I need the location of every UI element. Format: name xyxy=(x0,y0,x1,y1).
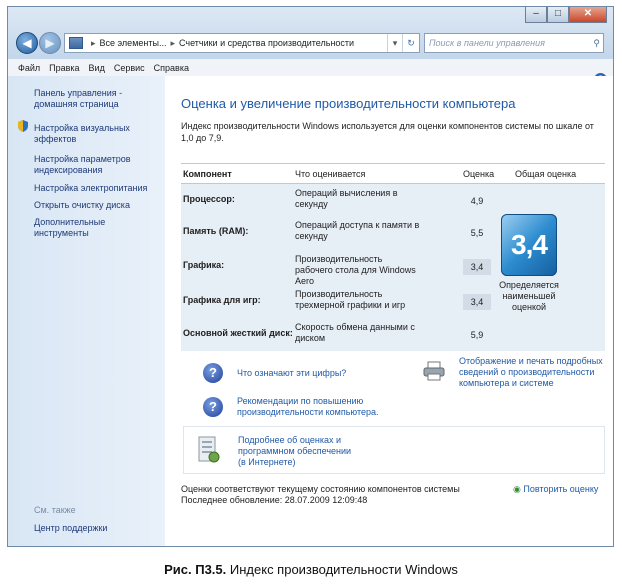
row-score: 5,5 xyxy=(470,228,484,238)
menu-file[interactable]: Файл xyxy=(18,63,40,73)
link-what-numbers-mean[interactable]: Что означают эти цифры? xyxy=(237,368,346,379)
row-score: 3,4 xyxy=(463,259,491,275)
page-title: Оценка и увеличение производительности к… xyxy=(181,96,516,111)
search-placeholder: Поиск в панели управления xyxy=(429,38,545,48)
header-component: Компонент xyxy=(183,169,232,179)
sidebar-item-disk-cleanup[interactable]: Открыть очистку диска xyxy=(34,200,159,211)
breadcrumb-all-items[interactable]: Все элементы... xyxy=(100,34,167,52)
footer-line-2: Последнее обновление: 28.07.2009 12:09:4… xyxy=(181,495,368,505)
row-component: Память (RAM): xyxy=(183,226,249,236)
minimize-button[interactable]: – xyxy=(525,7,547,23)
table-row: Графика: Производительность рабочего сто… xyxy=(181,249,519,286)
sidebar-item-action-center[interactable]: Центр поддержки xyxy=(34,523,159,534)
maximize-button[interactable]: □ xyxy=(547,7,569,23)
menu-help[interactable]: Справка xyxy=(154,63,189,73)
sidebar: Панель управления - домашняя страница На… xyxy=(8,76,165,546)
breadcrumb-arrow-icon: ▸ xyxy=(91,38,96,48)
sidebar-item-indexing[interactable]: Настройка параметров индексирования xyxy=(34,154,159,176)
close-button[interactable]: ✕ xyxy=(569,7,607,23)
row-component: Графика для игр: xyxy=(183,295,261,305)
menu-view[interactable]: Вид xyxy=(89,63,105,73)
breadcrumb-current[interactable]: Счетчики и средства производительности xyxy=(179,34,354,52)
chevron-down-icon[interactable]: ▾ xyxy=(387,34,402,52)
shield-icon xyxy=(18,120,28,132)
link-performance-tips[interactable]: Рекомендации по повышению производительн… xyxy=(237,396,387,418)
sidebar-item-home[interactable]: Панель управления - домашняя страница xyxy=(34,88,159,110)
refresh-icon[interactable]: ↻ xyxy=(402,34,419,52)
row-what: Скорость обмена данными с диском xyxy=(295,322,415,343)
table-row: Графика для игр: Производительность трех… xyxy=(181,284,519,318)
sidebar-item-visual-effects[interactable]: Настройка визуальных эффектов xyxy=(34,123,159,145)
intro-text: Индекс производительности Windows исполь… xyxy=(181,121,594,143)
row-what: Операций вычисления в секунду xyxy=(295,188,398,209)
row-component: Основной жесткий диск: xyxy=(183,328,293,338)
caption-label: Рис. П3.5. xyxy=(164,562,227,577)
search-icon[interactable]: ⚲ xyxy=(593,34,600,52)
row-what: Производительность рабочего стола для Wi… xyxy=(295,254,416,286)
control-panel-icon xyxy=(69,37,83,49)
address-bar[interactable]: ▸ Все элементы... ▸ Счетчики и средства … xyxy=(64,33,420,53)
row-score: 4,9 xyxy=(470,196,484,206)
sidebar-item-advanced-tools[interactable]: Дополнительные инструменты xyxy=(34,217,159,239)
rerun-assessment-button[interactable]: ◉ Повторить оценку xyxy=(513,484,598,495)
overall-score-badge: 3,4 xyxy=(501,214,557,276)
row-component: Процессор: xyxy=(183,194,235,204)
header-overall: Общая оценка xyxy=(515,169,577,179)
window-buttons: – □ ✕ xyxy=(525,7,607,23)
control-panel-window: – □ ✕ ◀ ▶ ▸ Все элементы... ▸ Счетчики и… xyxy=(7,6,614,547)
question-icon: ? xyxy=(203,397,223,417)
question-icon: ? xyxy=(203,363,223,383)
caption-text: Индекс производительности Windows xyxy=(229,562,458,577)
forward-button[interactable]: ▶ xyxy=(39,32,61,54)
rerun-label: Повторить оценку xyxy=(523,484,599,494)
menu-edit[interactable]: Правка xyxy=(49,63,79,73)
menu-bar: Файл Правка Вид Сервис Справка xyxy=(8,59,613,77)
table-header: Компонент Что оценивается Оценка Общая о… xyxy=(181,163,605,184)
link-more-about-scores[interactable]: Подробнее об оценках и программном обесп… xyxy=(238,435,358,468)
window-chrome: – □ ✕ ◀ ▶ ▸ Все элементы... ▸ Счетчики и… xyxy=(8,7,613,59)
header-score: Оценка xyxy=(463,169,495,179)
overall-score-description: Определяется наименьшей оценкой xyxy=(499,280,559,312)
more-info-panel: Подробнее об оценках и программном обесп… xyxy=(183,426,605,474)
row-component: Графика: xyxy=(183,260,225,270)
figure-caption: Рис. П3.5. Индекс производительности Win… xyxy=(0,562,622,577)
header-what: Что оценивается xyxy=(295,169,366,179)
software-info-icon xyxy=(198,436,220,463)
shield-icon: ◉ xyxy=(513,484,521,494)
back-button[interactable]: ◀ xyxy=(16,32,38,54)
menu-tools[interactable]: Сервис xyxy=(114,63,145,73)
row-what: Операций доступа к памяти в секунду xyxy=(295,220,420,241)
footer-line-1: Оценки соответствуют текущему состоянию … xyxy=(181,484,460,494)
link-print-details[interactable]: Отображение и печать подробных сведений … xyxy=(459,356,609,389)
breadcrumb-arrow-icon: ▸ xyxy=(170,38,175,48)
row-score: 5,9 xyxy=(470,330,484,340)
table-row: Процессор: Операций вычисления в секунду… xyxy=(181,183,519,217)
printer-icon xyxy=(423,361,445,381)
row-what: Производительность трехмерной графики и … xyxy=(295,289,406,310)
table-row: Память (RAM): Операций доступа к памяти … xyxy=(181,215,519,249)
table-row: Основной жесткий диск: Скорость обмена д… xyxy=(181,317,519,351)
sidebar-item-power[interactable]: Настройка электропитания xyxy=(34,183,159,194)
row-score: 3,4 xyxy=(463,294,491,310)
see-also-heading: См. также xyxy=(34,505,76,515)
footer-status: Оценки соответствуют текущему состоянию … xyxy=(181,484,460,506)
search-input[interactable]: Поиск в панели управления ⚲ xyxy=(424,33,604,53)
main-content: Оценка и увеличение производительности к… xyxy=(165,76,613,546)
